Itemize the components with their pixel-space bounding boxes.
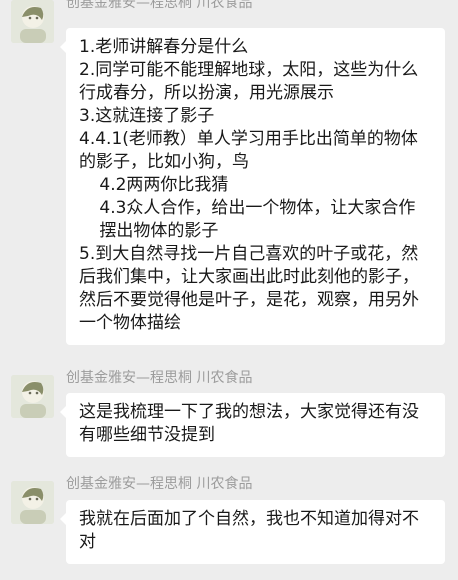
avatar[interactable] <box>11 375 54 418</box>
avatar-photo-icon <box>11 0 54 43</box>
message-line: 5.到大自然寻找一片自己喜欢的叶子或花，然后我们集中，让大家画出此时此刻他的影子… <box>79 244 419 333</box>
message-line: 4.4.1(老师教）单人学习用手比出简单的物体的影子，比如小狗，鸟 <box>79 129 418 172</box>
message-text: 这是我梳理一下了我的想法，大家觉得还有没有哪些细节没提到 <box>79 402 419 445</box>
message-bubble[interactable]: 这是我梳理一下了我的想法，大家觉得还有没有哪些细节没提到 <box>60 393 445 457</box>
message-bubble[interactable]: 1.老师讲解春分是什么 2.同学可能不能理解地球，太阳，这些为什么行成春分，所以… <box>60 28 445 345</box>
sender-name: 创基金雅安—程思桐 川农食品 <box>66 476 253 492</box>
message-line: 4.3众人合作，给出一个物体，让大家合作摆出物体的影子 <box>99 198 416 241</box>
message-line: 2.同学可能不能理解地球，太阳，这些为什么行成春分，所以扮演，用光源展示 <box>79 60 419 103</box>
sender-name: 创基金雅安—程思桐 川农食品 <box>66 370 253 386</box>
message-bubble[interactable]: 我就在后面加了个自然，我也不知道加得对不对 <box>60 500 445 564</box>
avatar-photo-icon <box>11 375 54 418</box>
message-line: 1.老师讲解春分是什么 <box>79 37 249 57</box>
avatar-photo-icon <box>11 481 54 524</box>
avatar[interactable] <box>11 481 54 524</box>
message-line: 4.2两两你比我猜 <box>99 175 229 195</box>
sender-name: 创基金雅安—程思桐 川农食品 <box>66 0 253 11</box>
message-line: 3.这就连接了影子 <box>79 106 215 126</box>
message-text: 我就在后面加了个自然，我也不知道加得对不对 <box>79 509 419 552</box>
avatar[interactable] <box>11 0 54 43</box>
